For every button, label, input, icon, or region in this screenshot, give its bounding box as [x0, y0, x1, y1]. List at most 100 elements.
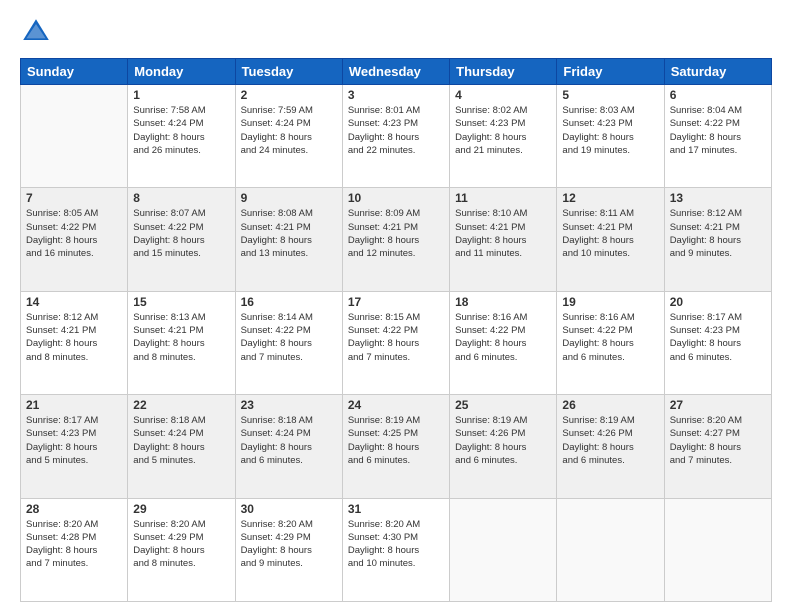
day-number: 21: [26, 398, 122, 412]
day-number: 8: [133, 191, 229, 205]
week-row-1: 1Sunrise: 7:58 AMSunset: 4:24 PMDaylight…: [21, 85, 772, 188]
day-number: 13: [670, 191, 766, 205]
day-number: 31: [348, 502, 444, 516]
day-number: 16: [241, 295, 337, 309]
day-cell: 4 Sunrise: 8:02 AMSunset: 4:23 PMDaylight…: [450, 85, 557, 188]
day-info: Sunrise: 8:15 AMSunset: 4:22 PMDaylight:…: [348, 311, 444, 364]
day-cell: 10 Sunrise: 8:09 AMSunset: 4:21 PMDayligh…: [342, 188, 449, 291]
logo-icon: [20, 16, 52, 48]
day-cell: 21 Sunrise: 8:17 AMSunset: 4:23 PMDayligh…: [21, 395, 128, 498]
day-number: 22: [133, 398, 229, 412]
day-info: Sunrise: 8:19 AMSunset: 4:26 PMDaylight:…: [455, 414, 551, 467]
weekday-header-tuesday: Tuesday: [235, 59, 342, 85]
day-cell: 16 Sunrise: 8:14 AMSunset: 4:22 PMDayligh…: [235, 291, 342, 394]
day-cell: 30Sunrise: 8:20 AMSunset: 4:29 PMDayligh…: [235, 498, 342, 601]
weekday-header-wednesday: Wednesday: [342, 59, 449, 85]
day-info: Sunrise: 8:16 AMSunset: 4:22 PMDaylight:…: [455, 311, 551, 364]
day-cell: 27 Sunrise: 8:20 AMSunset: 4:27 PMDayligh…: [664, 395, 771, 498]
day-cell: 1Sunrise: 7:58 AMSunset: 4:24 PMDaylight…: [128, 85, 235, 188]
calendar: SundayMondayTuesdayWednesdayThursdayFrid…: [20, 58, 772, 602]
day-info: Sunrise: 7:59 AMSunset: 4:24 PMDaylight:…: [241, 104, 337, 157]
day-info: Sunrise: 8:16 AMSunset: 4:22 PMDaylight:…: [562, 311, 658, 364]
day-cell: 17 Sunrise: 8:15 AMSunset: 4:22 PMDayligh…: [342, 291, 449, 394]
day-cell: 28 Sunrise: 8:20 AMSunset: 4:28 PMDayligh…: [21, 498, 128, 601]
day-info: Sunrise: 8:09 AMSunset: 4:21 PMDaylight:…: [348, 207, 444, 260]
day-number: 29: [133, 502, 229, 516]
day-number: 12: [562, 191, 658, 205]
day-cell: 14 Sunrise: 8:12 AMSunset: 4:21 PMDayligh…: [21, 291, 128, 394]
day-info: Sunrise: 8:12 AMSunset: 4:21 PMDaylight:…: [670, 207, 766, 260]
day-info: Sunrise: 7:58 AMSunset: 4:24 PMDaylight:…: [133, 104, 229, 157]
week-row-4: 21 Sunrise: 8:17 AMSunset: 4:23 PMDayligh…: [21, 395, 772, 498]
day-number: 3: [348, 88, 444, 102]
day-info: Sunrise: 8:05 AMSunset: 4:22 PMDaylight:…: [26, 207, 122, 260]
day-cell: 23 Sunrise: 8:18 AMSunset: 4:24 PMDayligh…: [235, 395, 342, 498]
weekday-header-friday: Friday: [557, 59, 664, 85]
day-number: 28: [26, 502, 122, 516]
day-info: Sunrise: 8:02 AMSunset: 4:23 PMDaylight:…: [455, 104, 551, 157]
day-number: 19: [562, 295, 658, 309]
day-info: Sunrise: 8:17 AMSunset: 4:23 PMDaylight:…: [26, 414, 122, 467]
day-number: 6: [670, 88, 766, 102]
day-info: Sunrise: 8:13 AMSunset: 4:21 PMDaylight:…: [133, 311, 229, 364]
day-info: Sunrise: 8:07 AMSunset: 4:22 PMDaylight:…: [133, 207, 229, 260]
day-number: 27: [670, 398, 766, 412]
day-number: 11: [455, 191, 551, 205]
day-cell: 12 Sunrise: 8:11 AMSunset: 4:21 PMDayligh…: [557, 188, 664, 291]
day-number: 30: [241, 502, 337, 516]
weekday-header-row: SundayMondayTuesdayWednesdayThursdayFrid…: [21, 59, 772, 85]
day-info: Sunrise: 8:11 AMSunset: 4:21 PMDaylight:…: [562, 207, 658, 260]
day-cell: [557, 498, 664, 601]
day-info: Sunrise: 8:19 AMSunset: 4:25 PMDaylight:…: [348, 414, 444, 467]
week-row-2: 7Sunrise: 8:05 AMSunset: 4:22 PMDaylight…: [21, 188, 772, 291]
day-number: 20: [670, 295, 766, 309]
day-cell: 11Sunrise: 8:10 AMSunset: 4:21 PMDayligh…: [450, 188, 557, 291]
weekday-header-saturday: Saturday: [664, 59, 771, 85]
day-info: Sunrise: 8:03 AMSunset: 4:23 PMDaylight:…: [562, 104, 658, 157]
day-cell: 7Sunrise: 8:05 AMSunset: 4:22 PMDaylight…: [21, 188, 128, 291]
day-cell: 24 Sunrise: 8:19 AMSunset: 4:25 PMDayligh…: [342, 395, 449, 498]
week-row-3: 14 Sunrise: 8:12 AMSunset: 4:21 PMDayligh…: [21, 291, 772, 394]
day-cell: 18 Sunrise: 8:16 AMSunset: 4:22 PMDayligh…: [450, 291, 557, 394]
day-number: 24: [348, 398, 444, 412]
day-number: 18: [455, 295, 551, 309]
day-info: Sunrise: 8:19 AMSunset: 4:26 PMDaylight:…: [562, 414, 658, 467]
day-number: 2: [241, 88, 337, 102]
day-info: Sunrise: 8:20 AMSunset: 4:27 PMDaylight:…: [670, 414, 766, 467]
day-cell: 25Sunrise: 8:19 AMSunset: 4:26 PMDayligh…: [450, 395, 557, 498]
day-cell: 19 Sunrise: 8:16 AMSunset: 4:22 PMDayligh…: [557, 291, 664, 394]
day-cell: 31 Sunrise: 8:20 AMSunset: 4:30 PMDayligh…: [342, 498, 449, 601]
day-info: Sunrise: 8:20 AMSunset: 4:28 PMDaylight:…: [26, 518, 122, 571]
day-cell: 22Sunrise: 8:18 AMSunset: 4:24 PMDayligh…: [128, 395, 235, 498]
day-cell: 6Sunrise: 8:04 AMSunset: 4:22 PMDaylight…: [664, 85, 771, 188]
day-cell: 9 Sunrise: 8:08 AMSunset: 4:21 PMDaylight…: [235, 188, 342, 291]
day-cell: 20Sunrise: 8:17 AMSunset: 4:23 PMDayligh…: [664, 291, 771, 394]
day-cell: 3 Sunrise: 8:01 AMSunset: 4:23 PMDaylight…: [342, 85, 449, 188]
day-info: Sunrise: 8:12 AMSunset: 4:21 PMDaylight:…: [26, 311, 122, 364]
day-cell: 2 Sunrise: 7:59 AMSunset: 4:24 PMDaylight…: [235, 85, 342, 188]
day-cell: 5 Sunrise: 8:03 AMSunset: 4:23 PMDaylight…: [557, 85, 664, 188]
day-info: Sunrise: 8:14 AMSunset: 4:22 PMDaylight:…: [241, 311, 337, 364]
day-info: Sunrise: 8:08 AMSunset: 4:21 PMDaylight:…: [241, 207, 337, 260]
day-cell: 26 Sunrise: 8:19 AMSunset: 4:26 PMDayligh…: [557, 395, 664, 498]
day-number: 9: [241, 191, 337, 205]
header: [20, 16, 772, 48]
logo: [20, 16, 56, 48]
day-number: 10: [348, 191, 444, 205]
day-info: Sunrise: 8:18 AMSunset: 4:24 PMDaylight:…: [241, 414, 337, 467]
day-cell: 15 Sunrise: 8:13 AMSunset: 4:21 PMDayligh…: [128, 291, 235, 394]
day-number: 14: [26, 295, 122, 309]
weekday-header-sunday: Sunday: [21, 59, 128, 85]
day-number: 23: [241, 398, 337, 412]
page: SundayMondayTuesdayWednesdayThursdayFrid…: [0, 0, 792, 612]
day-info: Sunrise: 8:20 AMSunset: 4:29 PMDaylight:…: [133, 518, 229, 571]
day-info: Sunrise: 8:20 AMSunset: 4:30 PMDaylight:…: [348, 518, 444, 571]
day-info: Sunrise: 8:01 AMSunset: 4:23 PMDaylight:…: [348, 104, 444, 157]
day-number: 5: [562, 88, 658, 102]
day-number: 15: [133, 295, 229, 309]
day-number: 17: [348, 295, 444, 309]
day-cell: [450, 498, 557, 601]
day-number: 4: [455, 88, 551, 102]
day-cell: [664, 498, 771, 601]
day-number: 26: [562, 398, 658, 412]
